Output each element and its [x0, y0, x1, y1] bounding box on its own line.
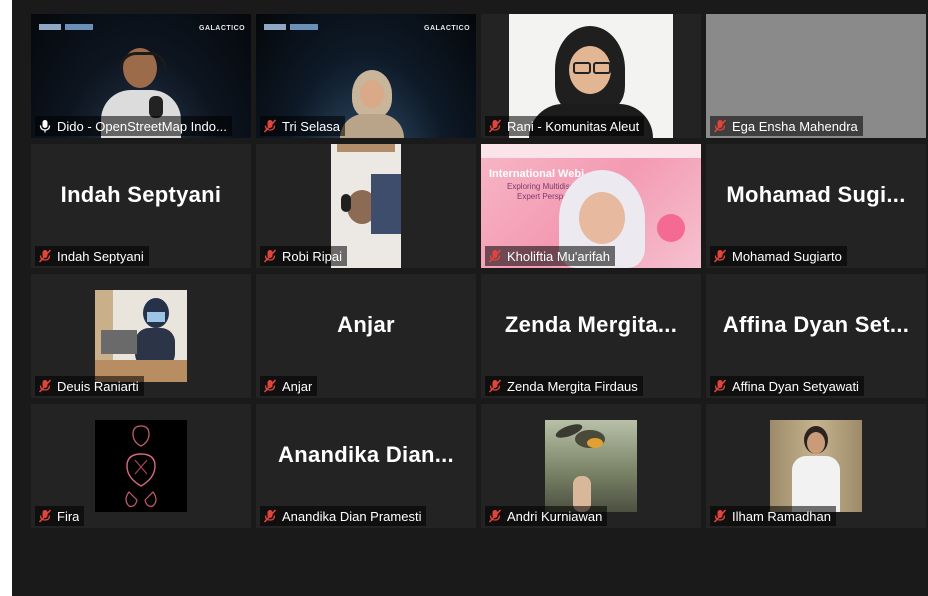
participant-label: Indah Septyani	[35, 246, 149, 266]
participant-name: Zenda Mergita Firdaus	[507, 378, 638, 394]
person-face	[807, 432, 825, 454]
glasses-icon	[573, 62, 591, 74]
mic-active-icon	[39, 120, 51, 133]
participant-label: Mohamad Sugiarto	[710, 246, 847, 266]
participant-name: Fira	[57, 508, 80, 524]
sponsor-logo-icon	[65, 24, 93, 30]
participant-label: Fira	[35, 506, 85, 526]
participant-display-name: Mohamad Sugi...	[726, 182, 906, 207]
participant-name: Anandika Dian Pramesti	[282, 508, 422, 524]
participant-tile-15[interactable]: Andri Kurniawan	[481, 404, 701, 528]
participant-label: Ilham Ramadhan	[710, 506, 836, 526]
person-face	[360, 80, 384, 108]
person-shirt	[792, 456, 840, 512]
mic-muted-icon	[488, 379, 502, 393]
participant-name: Anjar	[282, 378, 313, 394]
participant-name: Kholiftia Mu'arifah	[507, 248, 610, 264]
galactico-logo: GALACTICO	[199, 25, 246, 32]
mic-muted-icon	[38, 379, 52, 393]
mic-muted-icon	[263, 509, 277, 523]
participant-label: Kholiftia Mu'arifah	[485, 246, 615, 266]
participant-name: Tri Selasa	[282, 118, 341, 134]
participant-tile-14[interactable]: Anandika Dian... Anandika Dian Pramesti	[256, 404, 476, 528]
participant-tile-4[interactable]: Ega Ensha Mahendra	[706, 14, 926, 138]
participant-name: Affina Dyan Setyawati	[732, 378, 859, 394]
mic-muted-icon	[263, 119, 277, 133]
participant-label: Affina Dyan Setyawati	[710, 376, 864, 396]
mic-muted-icon	[488, 249, 502, 263]
participant-tile-3[interactable]: Rani - Komunitas Aleut	[481, 14, 701, 138]
participant-label: Tri Selasa	[260, 116, 346, 136]
laptop-icon	[101, 330, 137, 354]
participant-label: Anjar	[260, 376, 318, 396]
participant-label: Ega Ensha Mahendra	[710, 116, 863, 136]
participant-tile-2[interactable]: GALACTICO Tri Selasa	[256, 14, 476, 138]
galactico-logo: GALACTICO	[424, 25, 471, 32]
person-face	[579, 192, 625, 244]
participant-name: Rani - Komunitas Aleut	[507, 118, 640, 134]
meeting-gallery: GALACTICO Dido - OpenStreetMap Indo... G…	[12, 0, 928, 596]
video-feed	[95, 420, 187, 512]
mic-muted-icon	[488, 119, 502, 133]
sponsor-logo-icon	[290, 24, 318, 30]
participant-tile-12[interactable]: Affina Dyan Set... Affina Dyan Setyawati	[706, 274, 926, 398]
participant-tile-13[interactable]: Fira	[31, 404, 251, 528]
person-body	[340, 114, 404, 138]
participant-label: Robi Ripai	[260, 246, 347, 266]
participant-label: Rani - Komunitas Aleut	[485, 116, 645, 136]
anatomy-heart-icon	[125, 425, 157, 507]
participant-display-name: Zenda Mergita...	[504, 312, 678, 337]
mic-muted-icon	[263, 249, 277, 263]
participant-label: Anandika Dian Pramesti	[260, 506, 427, 526]
sponsor-logo-icon	[39, 24, 61, 30]
participant-name: Robi Ripai	[282, 248, 342, 264]
participant-name: Indah Septyani	[57, 248, 144, 264]
headset-icon	[341, 194, 351, 212]
participant-label: Zenda Mergita Firdaus	[485, 376, 643, 396]
participant-name: Dido - OpenStreetMap Indo...	[57, 118, 227, 134]
participant-tile-1[interactable]: GALACTICO Dido - OpenStreetMap Indo...	[31, 14, 251, 138]
participant-name: Deuis Raniarti	[57, 378, 139, 394]
microphone-prop	[149, 96, 163, 118]
participant-label: Andri Kurniawan	[485, 506, 608, 526]
face-mask	[147, 312, 165, 322]
participant-label: Deuis Raniarti	[35, 376, 144, 396]
participant-display-name: Affina Dyan Set...	[722, 312, 910, 337]
mic-muted-icon	[713, 249, 727, 263]
participant-tile-7[interactable]: International Webi... Exploring Multidis…	[481, 144, 701, 268]
mic-muted-icon	[488, 509, 502, 523]
mic-muted-icon	[38, 509, 52, 523]
participant-label: Dido - OpenStreetMap Indo...	[35, 116, 232, 136]
video-feed	[95, 290, 187, 382]
participant-display-name: Anjar	[337, 312, 395, 337]
participant-name: Mohamad Sugiarto	[732, 248, 842, 264]
participant-tile-5[interactable]: Indah Septyani Indah Septyani	[31, 144, 251, 268]
participant-tile-16[interactable]: Ilham Ramadhan	[706, 404, 926, 528]
bird-breast	[587, 438, 603, 448]
person-shirt	[371, 174, 401, 234]
ceiling-strip	[337, 144, 395, 152]
participant-tile-9[interactable]: Deuis Raniarti	[31, 274, 251, 398]
participant-tile-8[interactable]: Mohamad Sugi... Mohamad Sugiarto	[706, 144, 926, 268]
participant-name: Ega Ensha Mahendra	[732, 118, 858, 134]
video-feed	[545, 420, 637, 512]
participant-display-name: Indah Septyani	[60, 182, 222, 207]
participant-name: Ilham Ramadhan	[732, 508, 831, 524]
banner-strip	[481, 144, 701, 158]
video-feed	[770, 420, 862, 512]
mic-muted-icon	[713, 509, 727, 523]
participant-tile-11[interactable]: Zenda Mergita... Zenda Mergita Firdaus	[481, 274, 701, 398]
sponsor-logo-icon	[264, 24, 286, 30]
mic-muted-icon	[713, 119, 727, 133]
decor-circle	[657, 214, 685, 242]
mic-muted-icon	[263, 379, 277, 393]
participant-display-name: Anandika Dian...	[278, 442, 454, 467]
glasses-icon	[593, 62, 611, 74]
participant-tile-10[interactable]: Anjar Anjar	[256, 274, 476, 398]
mic-muted-icon	[38, 249, 52, 263]
mic-muted-icon	[713, 379, 727, 393]
headset-icon	[119, 52, 167, 69]
participant-name: Andri Kurniawan	[507, 508, 603, 524]
participant-tile-6[interactable]: Robi Ripai	[256, 144, 476, 268]
